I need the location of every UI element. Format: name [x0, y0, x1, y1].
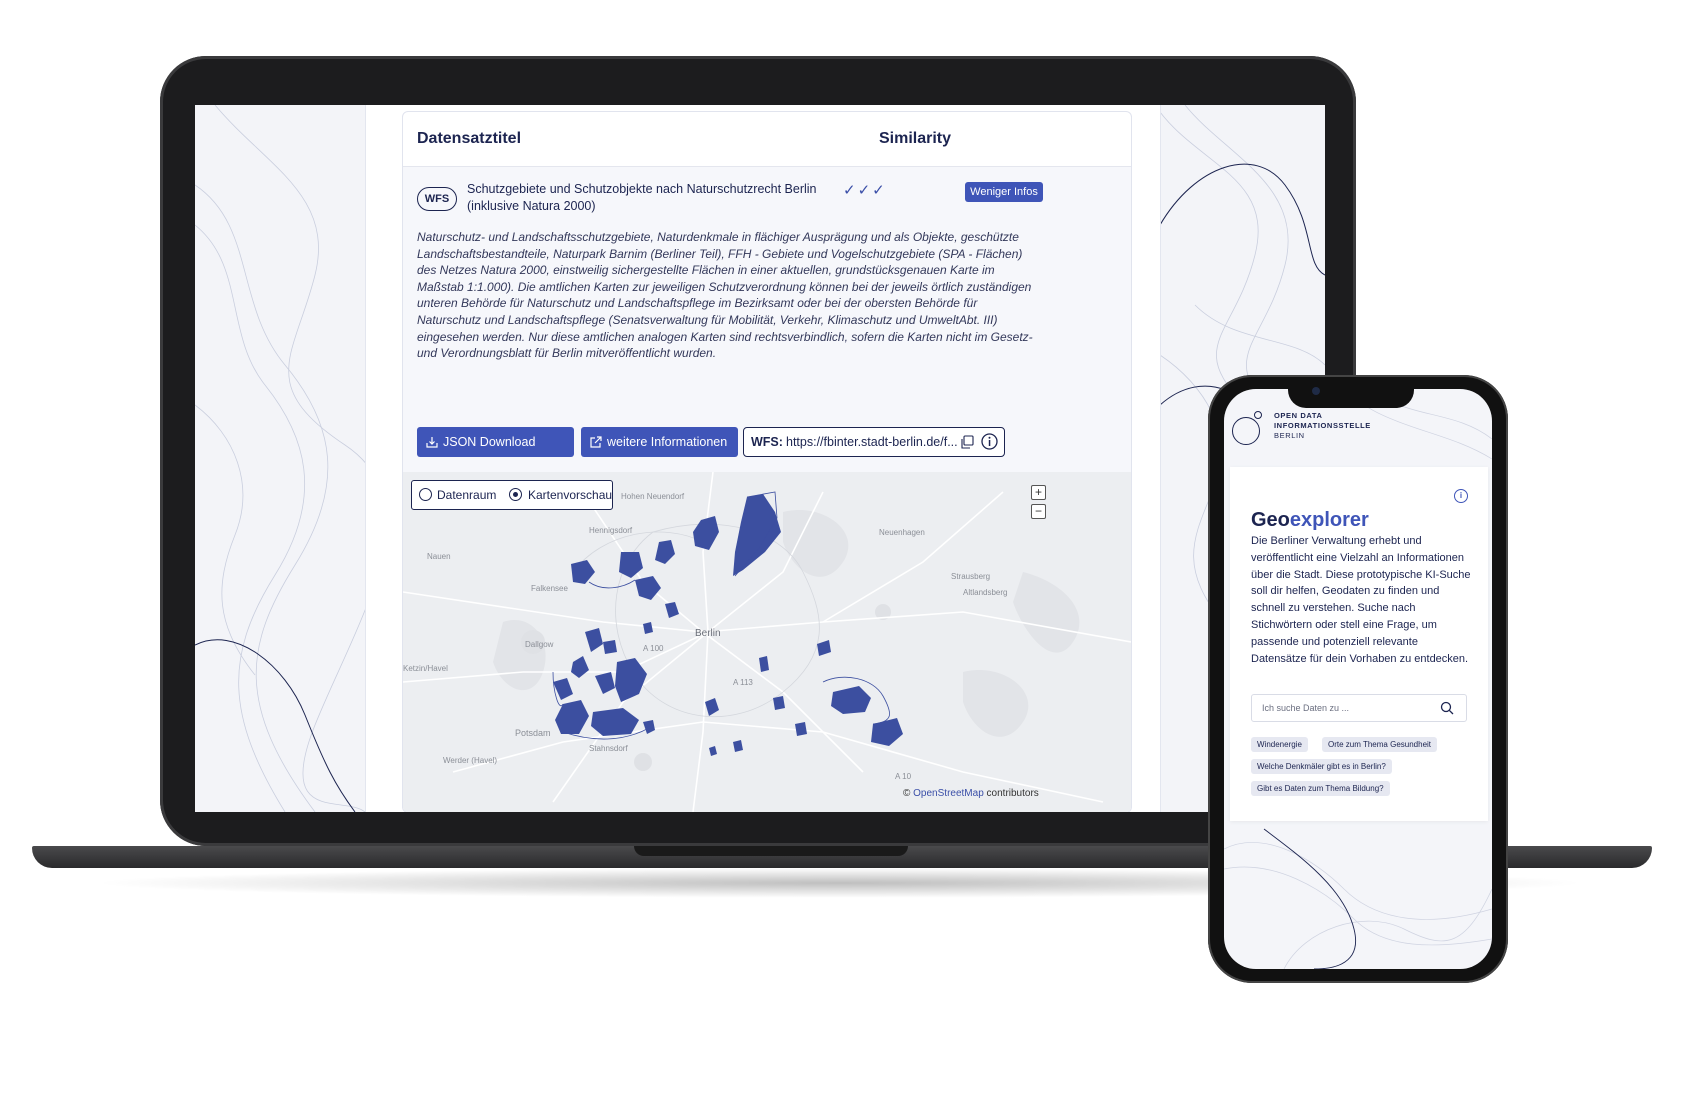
json-download-label: JSON Download — [443, 435, 536, 449]
logo-circle-icon — [1232, 417, 1260, 445]
attribution-contributors: contributors — [986, 788, 1039, 799]
similarity-checks: ✓✓✓ — [843, 182, 887, 199]
download-icon — [426, 437, 438, 448]
dataset-description: Naturschutz- und Landschaftsschutzgebiet… — [417, 230, 1033, 361]
search-input[interactable]: Ich suche Daten zu ... — [1251, 694, 1467, 722]
wfs-url-field[interactable]: WFS: https://fbinter.stadt-berlin.de/f..… — [743, 427, 1005, 457]
map-preview[interactable]: Hohen Neuendorf Hennigsdorf Nauen Falken… — [403, 472, 1131, 812]
app-title-prefix: Geo — [1251, 509, 1290, 531]
map-label: Stahnsdorf — [589, 744, 628, 753]
map-label: Altlandsberg — [963, 588, 1008, 597]
map-label: A 100 — [643, 644, 664, 653]
column-header-similarity: Similarity — [879, 130, 952, 147]
radio-datenraum-label[interactable]: Datenraum — [437, 488, 496, 502]
phone-screen: OPEN DATA INFORMATIONSSTELLE BERLIN i Ge… — [1224, 389, 1492, 969]
map-label: Dallgow — [525, 640, 554, 649]
suggestion-chip[interactable]: Gibt es Daten zum Thema Bildung? — [1251, 781, 1390, 796]
suggestion-chip[interactable]: Welche Denkmäler gibt es in Berlin? — [1251, 759, 1392, 774]
radio-datenraum[interactable] — [419, 488, 432, 501]
wfs-label: WFS: — [751, 435, 783, 449]
laptop-hinge — [634, 846, 908, 856]
logo-text: OPEN DATA INFORMATIONSSTELLE BERLIN — [1274, 411, 1371, 441]
column-header-title: Datensatztitel — [417, 130, 522, 147]
map-label: Neuenhagen — [879, 528, 925, 537]
map-label-city: Berlin — [695, 628, 721, 639]
copy-icon[interactable] — [960, 435, 974, 449]
info-icon[interactable]: i — [1454, 489, 1468, 503]
map-label: Strausberg — [951, 572, 991, 581]
radio-kartenvorschau[interactable] — [509, 488, 522, 501]
phone-notch — [1288, 378, 1414, 408]
app-title: Geoexplorer — [1251, 509, 1369, 532]
laptop-screen: Datensatztitel Similarity WFS Schutzgebi… — [195, 105, 1325, 812]
zoom-out-button[interactable]: − — [1031, 504, 1046, 519]
map-label: Nauen — [427, 552, 451, 561]
app-title-accent: explorer — [1289, 509, 1369, 531]
table-row: WFS Schutzgebiete und Schutzobjekte nach… — [403, 167, 1131, 812]
attribution-copyright: © — [903, 788, 911, 799]
map-label: Falkensee — [531, 584, 568, 593]
map-label: Hennigsdorf — [589, 526, 633, 535]
more-info-button[interactable]: weitere Informationen — [581, 427, 738, 457]
table-header: Datensatztitel Similarity — [403, 112, 1131, 167]
map-label: Potsdam — [515, 728, 551, 738]
map-canvas[interactable] — [403, 472, 1131, 812]
logo-line-2: INFORMATIONSSTELLE — [1274, 421, 1371, 430]
logo-line-3: BERLIN — [1274, 431, 1305, 440]
radio-kartenvorschau-label[interactable]: Kartenvorschau — [528, 488, 612, 502]
results-panel: Datensatztitel Similarity WFS Schutzgebi… — [365, 105, 1161, 812]
dataset-title: Schutzgebiete und Schutzobjekte nach Nat… — [467, 182, 817, 213]
json-download-button[interactable]: JSON Download — [417, 427, 574, 457]
logo-line-1: OPEN DATA — [1274, 411, 1323, 420]
map-label: Hohen Neuendorf — [621, 492, 685, 501]
map-label: A 10 — [895, 772, 912, 781]
search-placeholder: Ich suche Daten zu ... — [1262, 703, 1350, 713]
suggestion-chip[interactable]: Windenergie — [1251, 737, 1308, 752]
logo-dot-icon — [1254, 411, 1262, 419]
map-attribution: © OpenStreetMap contributors — [903, 788, 1039, 799]
zoom-in-button[interactable]: + — [1031, 485, 1046, 500]
less-info-button[interactable]: Weniger Infos — [965, 182, 1043, 202]
results-table: Datensatztitel Similarity WFS Schutzgebi… — [402, 111, 1132, 812]
map-label: A 113 — [733, 678, 753, 687]
map-view-toggle: Datenraum Kartenvorschau — [411, 480, 613, 510]
suggestion-chip[interactable]: Orte zum Thema Gesundheit — [1322, 737, 1438, 752]
search-icon[interactable] — [1440, 701, 1454, 715]
more-info-label: weitere Informationen — [607, 435, 728, 449]
map-label: Ketzin/Havel — [403, 664, 448, 673]
dataset-type-badge: WFS — [417, 187, 457, 211]
camera-icon — [1312, 387, 1320, 395]
wfs-url: https://fbinter.stadt-berlin.de/f... — [786, 435, 958, 449]
info-icon[interactable] — [981, 433, 998, 450]
map-label: Werder (Havel) — [443, 756, 498, 765]
external-link-icon — [590, 436, 602, 448]
intro-text: Die Berliner Verwaltung erhebt und veröf… — [1251, 535, 1471, 665]
intro-card: i Geoexplorer Die Berliner Verwaltung er… — [1230, 467, 1488, 821]
attribution-osm-link[interactable]: OpenStreetMap — [913, 788, 984, 799]
